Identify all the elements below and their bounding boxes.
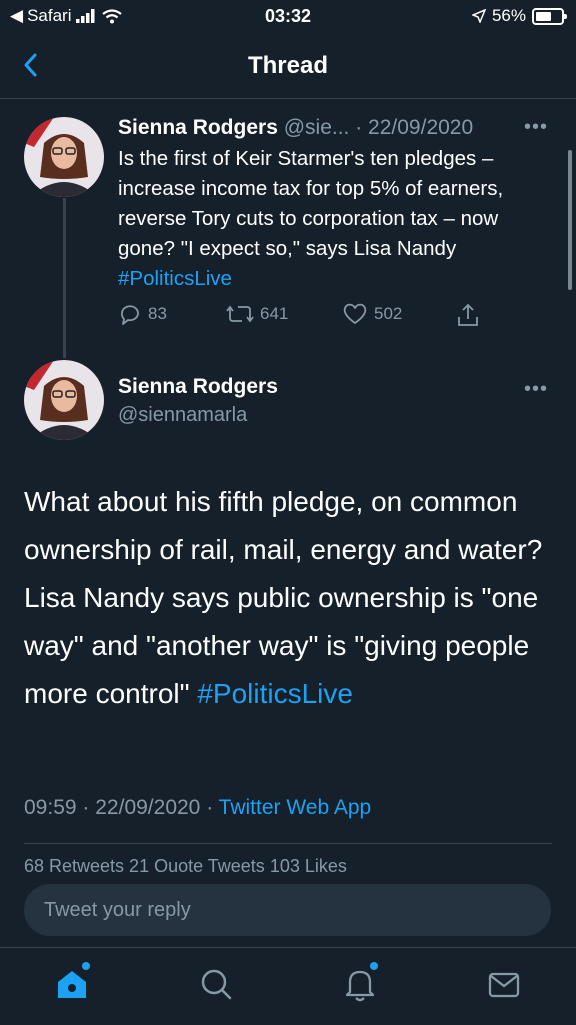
tweet2-metadata: 09:59 · 22/09/2020 · Twitter Web App bbox=[24, 796, 371, 820]
tweet2-source[interactable]: Twitter Web App bbox=[219, 796, 372, 819]
avatar[interactable] bbox=[24, 360, 104, 440]
notifications-icon bbox=[345, 970, 375, 1002]
tweet1-header: Sienna Rodgers @sie... · 22/09/2020 bbox=[118, 116, 473, 140]
notifications-dot bbox=[370, 962, 378, 970]
thread-connector-line bbox=[63, 198, 66, 358]
tab-home[interactable] bbox=[52, 962, 92, 1004]
reply-placeholder: Tweet your reply bbox=[44, 899, 191, 921]
tweet2-text: What about his fifth pledge, on common o… bbox=[24, 478, 554, 718]
status-bar: ◀ Safari 03:32 56% bbox=[0, 0, 576, 34]
share-icon bbox=[458, 303, 478, 326]
tab-notifications[interactable] bbox=[340, 962, 380, 1004]
tab-search[interactable] bbox=[196, 964, 236, 1004]
tweet2-more-icon[interactable]: ••• bbox=[524, 378, 548, 401]
tweet2-date: 22/09/2020 bbox=[95, 796, 201, 819]
tweet1-actions: 83 641 502 bbox=[118, 302, 558, 330]
tweet1-text-content: Is the first of Keir Starmer's ten pledg… bbox=[118, 147, 504, 260]
status-right: 56% bbox=[471, 6, 567, 26]
like-icon bbox=[343, 303, 367, 324]
retweet-button[interactable]: 641 bbox=[226, 302, 288, 326]
retweet-icon bbox=[226, 305, 254, 323]
like-button[interactable]: 502 bbox=[342, 302, 402, 326]
tweet1-author-name[interactable]: Sienna Rodgers bbox=[118, 116, 278, 139]
share-button[interactable] bbox=[456, 302, 480, 328]
battery-percent: 56% bbox=[491, 6, 526, 25]
tweet1-date: · 22/09/2020 bbox=[355, 116, 474, 139]
tweet1-handle[interactable]: @sie... bbox=[284, 116, 350, 139]
tweet2-stats[interactable]: 68 Retweets 21 Quote Tweets 103 Likes bbox=[24, 856, 347, 872]
meta-separator: · bbox=[82, 796, 90, 819]
messages-icon bbox=[488, 972, 520, 998]
tweet2-time: 09:59 bbox=[24, 796, 77, 819]
retweet-count: 641 bbox=[260, 304, 289, 323]
reply-count: 83 bbox=[148, 304, 167, 323]
location-icon bbox=[471, 9, 486, 23]
page-title: Thread bbox=[247, 52, 328, 79]
search-icon bbox=[201, 969, 232, 1000]
tweet1-hashtag[interactable]: #PoliticsLive bbox=[118, 267, 232, 290]
tweet2-handle[interactable]: @siennamarla bbox=[118, 404, 247, 427]
tweet2-hashtag[interactable]: #PoliticsLive bbox=[197, 678, 353, 709]
tweet1-text: Is the first of Keir Starmer's ten pledg… bbox=[118, 144, 558, 294]
avatar[interactable] bbox=[24, 117, 104, 197]
reply-input[interactable]: Tweet your reply bbox=[24, 884, 551, 936]
tab-bar bbox=[0, 947, 576, 1025]
divider bbox=[24, 843, 552, 844]
tab-messages[interactable] bbox=[484, 964, 524, 1004]
reply-icon bbox=[121, 305, 139, 325]
like-count: 502 bbox=[374, 304, 403, 323]
reply-button[interactable]: 83 bbox=[118, 302, 167, 326]
tweet2-author-name[interactable]: Sienna Rodgers bbox=[118, 375, 278, 399]
scrollbar[interactable] bbox=[568, 150, 572, 290]
home-notification-dot bbox=[82, 962, 90, 970]
thread-header: Thread bbox=[0, 34, 576, 99]
home-icon bbox=[58, 971, 86, 998]
tweet1-more-icon[interactable]: ••• bbox=[524, 116, 548, 139]
battery-icon bbox=[532, 7, 567, 25]
tweet2-text-content: What about his fifth pledge, on common o… bbox=[24, 486, 543, 709]
meta-separator: · bbox=[206, 796, 214, 819]
